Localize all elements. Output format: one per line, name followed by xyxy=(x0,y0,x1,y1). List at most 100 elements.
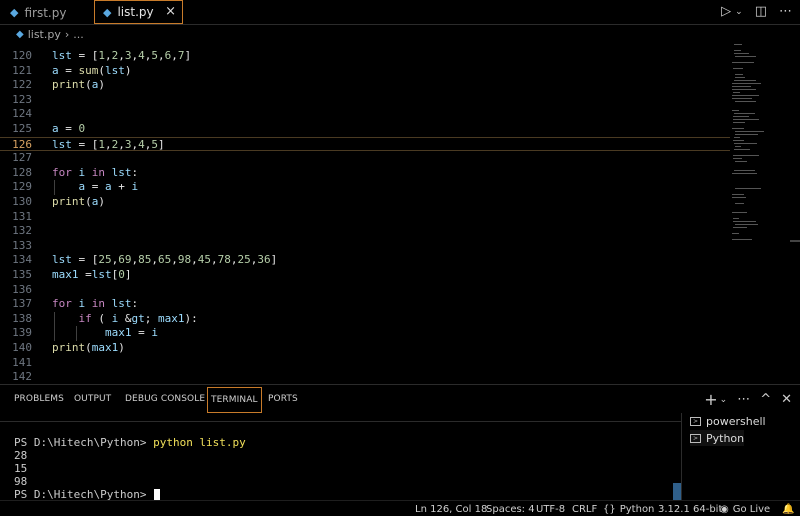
tab-terminal[interactable]: TERMINAL xyxy=(207,387,262,413)
minimap-line xyxy=(732,86,751,87)
broadcast-icon: ◉ xyxy=(720,503,729,515)
code-line[interactable]: 127 xyxy=(0,151,730,166)
panel-actions: + ⌄ ⋯ ^ ✕ xyxy=(704,390,792,409)
code-line[interactable]: 130 print(a) xyxy=(0,195,730,210)
line-number: 123 xyxy=(12,92,32,106)
code-line[interactable]: 142 xyxy=(0,370,730,384)
line-number: 130 xyxy=(12,195,32,208)
code-line[interactable]: 121 a = sum(lst) xyxy=(0,64,730,79)
terminal-line: 98 xyxy=(14,475,28,488)
close-icon[interactable]: ✕ xyxy=(781,392,792,407)
bottom-panel: PROBLEMS OUTPUT DEBUG CONSOLE TERMINAL P… xyxy=(0,384,800,501)
bell-icon[interactable]: 🔔 xyxy=(782,502,794,516)
more-icon[interactable]: ⋯ xyxy=(779,4,792,19)
code-line[interactable]: 122 print(a) xyxy=(0,78,730,93)
chevron-down-icon[interactable]: ⌄ xyxy=(735,7,743,17)
code-line[interactable]: 139 max1 = i xyxy=(0,326,730,341)
tab-first-py[interactable]: ◆ first.py xyxy=(10,0,66,25)
code-line[interactable]: 131 xyxy=(0,210,730,225)
terminal-line: PS D:\Hitech\Python> python list.py xyxy=(14,436,246,449)
breadcrumb-file[interactable]: list.py xyxy=(28,28,61,41)
minimap-line xyxy=(735,203,744,204)
terminal-output[interactable]: PS D:\Hitech\Python> python list.py 28 1… xyxy=(0,421,681,501)
code-line[interactable]: 129 a = a + i xyxy=(0,180,730,195)
code-line[interactable]: 135 max1 =lst[0] xyxy=(0,268,730,283)
terminal-command: python list.py xyxy=(153,436,246,449)
code-line[interactable]: 141 xyxy=(0,356,730,371)
line-number: 138 xyxy=(12,311,32,325)
python-interpreter[interactable]: 3.12.1 64-bit xyxy=(658,502,722,516)
code-line[interactable]: 124 xyxy=(0,107,730,122)
language-mode[interactable]: {} Python xyxy=(603,502,654,516)
code-line[interactable]: 137 for i in lst: xyxy=(0,297,730,312)
tab-ports[interactable]: PORTS xyxy=(268,385,298,413)
code-line[interactable]: 120 lst = [1,2,3,4,5,6,7] xyxy=(0,49,730,64)
breadcrumb-rest[interactable]: ... xyxy=(73,28,84,41)
encoding[interactable]: UTF-8 xyxy=(536,502,565,516)
tab-problems[interactable]: PROBLEMS xyxy=(14,385,64,413)
tab-debug-console[interactable]: DEBUG CONSOLE xyxy=(125,385,205,413)
new-terminal-icon[interactable]: + xyxy=(704,390,717,409)
line-number: 127 xyxy=(12,151,32,165)
code-line[interactable]: 132 xyxy=(0,224,730,239)
minimap-line xyxy=(734,137,740,138)
minimap-line xyxy=(734,170,755,171)
maximize-panel-icon[interactable]: ^ xyxy=(760,392,771,407)
line-number: 124 xyxy=(12,107,32,121)
go-live[interactable]: ◉ Go Live xyxy=(720,502,770,516)
code-line[interactable]: 126 lst = [1,2,3,4,5] xyxy=(0,136,730,152)
language-label: Python xyxy=(619,503,655,515)
code-line[interactable]: 134 lst = [25,69,85,65,98,45,78,25,36] xyxy=(0,253,730,268)
minimap-line xyxy=(732,194,744,195)
line-number: 142 xyxy=(12,370,32,384)
code-editor[interactable]: 120 lst = [1,2,3,4,5,6,7] 121 a = sum(lst) 1… xyxy=(0,41,790,384)
more-icon[interactable]: ⋯ xyxy=(737,392,750,407)
minimap-line xyxy=(733,92,740,93)
minimap-line xyxy=(734,44,742,45)
minimap-line xyxy=(732,110,739,111)
code-text: lst = [25,69,85,65,98,45,78,25,36] xyxy=(52,253,278,267)
minimap[interactable] xyxy=(730,42,790,242)
minimap-line xyxy=(733,221,756,222)
minimap-line xyxy=(735,74,743,75)
tab-list-py[interactable]: ◆ list.py × xyxy=(94,0,183,24)
terminal-item-python[interactable]: > Python xyxy=(690,430,745,446)
split-editor-icon[interactable]: ◫ xyxy=(755,4,767,19)
python-file-icon: ◆ xyxy=(10,6,19,19)
terminal-line: 28 xyxy=(14,449,28,462)
line-number: 139 xyxy=(12,326,32,340)
terminal-prompt: PS D:\Hitech\Python> xyxy=(14,436,154,449)
minimap-line xyxy=(732,83,761,84)
minimap-line xyxy=(734,80,756,81)
cursor-position[interactable]: Ln 126, Col 18 xyxy=(415,502,487,516)
code-line[interactable]: 136 xyxy=(0,283,730,298)
code-line[interactable]: 140 print(max1) xyxy=(0,341,730,356)
close-icon[interactable]: × xyxy=(165,4,176,19)
line-ending[interactable]: CRLF xyxy=(572,502,597,516)
line-number: 134 xyxy=(12,253,32,267)
indentation[interactable]: Spaces: 4 xyxy=(486,502,535,516)
chevron-down-icon[interactable]: ⌄ xyxy=(720,395,728,405)
code-text: a = a + i xyxy=(78,180,139,194)
terminal-scrollbar[interactable] xyxy=(673,483,681,501)
minimap-line xyxy=(734,149,750,150)
terminal-item-powershell[interactable]: > powershell xyxy=(690,413,766,429)
minimap-line xyxy=(732,212,747,213)
minimap-line xyxy=(735,134,758,135)
minimap-line xyxy=(735,77,745,78)
run-icon[interactable]: ▷ xyxy=(721,4,731,19)
minimap-line xyxy=(733,68,743,69)
minimap-line xyxy=(735,101,756,102)
code-line[interactable]: 125 a = 0 xyxy=(0,122,730,137)
chevron-right-icon: › xyxy=(64,27,70,41)
minimap-line xyxy=(735,224,758,225)
code-line[interactable]: 138 if ( i &gt; max1): xyxy=(0,312,730,327)
code-line[interactable]: 133 xyxy=(0,239,730,254)
tab-label: first.py xyxy=(24,5,67,20)
line-number: 136 xyxy=(12,282,32,296)
minimap-line xyxy=(735,161,747,162)
scrollbar-thumb[interactable] xyxy=(790,240,800,242)
code-line[interactable]: 128 for i in lst: xyxy=(0,166,730,181)
tab-output[interactable]: OUTPUT xyxy=(74,385,111,413)
code-line[interactable]: 123 xyxy=(0,93,730,108)
